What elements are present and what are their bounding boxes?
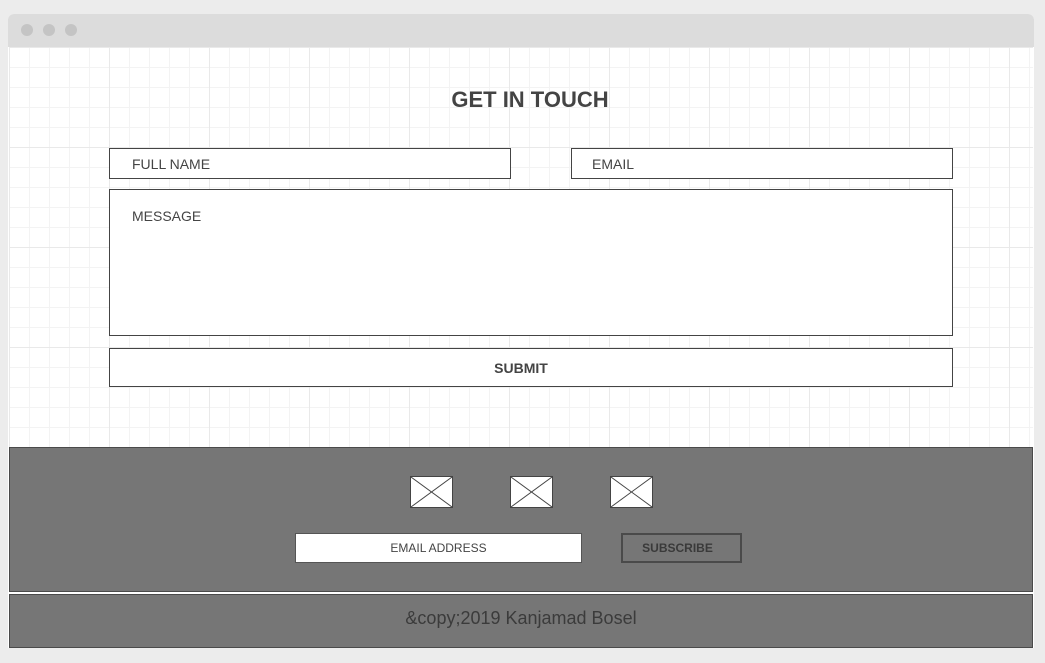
- window-maximize-button[interactable]: [65, 24, 77, 36]
- newsletter-email-input[interactable]: EMAIL ADDRESS: [295, 533, 582, 563]
- image-placeholder-icon[interactable]: [410, 476, 453, 508]
- email-field[interactable]: EMAIL: [571, 148, 953, 179]
- contact-section: GET IN TOUCH FULL NAME EMAIL MESSAGE SUB…: [9, 47, 1033, 447]
- message-placeholder: MESSAGE: [132, 208, 202, 224]
- copyright-text: &copy;2019 Kanjamad Bosel: [405, 607, 637, 628]
- full-name-field[interactable]: FULL NAME: [109, 148, 511, 179]
- footer: EMAIL ADDRESS SUBSCRIBE: [9, 447, 1033, 592]
- full-name-placeholder: FULL NAME: [132, 155, 211, 172]
- browser-window: GET IN TOUCH FULL NAME EMAIL MESSAGE SUB…: [8, 14, 1034, 648]
- window-titlebar: [8, 14, 1034, 47]
- message-textarea[interactable]: MESSAGE: [109, 189, 953, 336]
- submit-button[interactable]: SUBMIT: [109, 348, 953, 387]
- image-placeholder-icon[interactable]: [510, 476, 553, 508]
- email-placeholder: EMAIL: [592, 155, 635, 172]
- subscribe-button-label: SUBSCRIBE: [642, 541, 713, 555]
- page-title: GET IN TOUCH: [451, 87, 609, 112]
- copyright-bar: &copy;2019 Kanjamad Bosel: [9, 594, 1033, 648]
- subscribe-button[interactable]: SUBSCRIBE: [621, 533, 742, 563]
- submit-button-label: SUBMIT: [494, 359, 548, 376]
- window-minimize-button[interactable]: [43, 24, 55, 36]
- window-close-button[interactable]: [21, 24, 33, 36]
- newsletter-email-placeholder: EMAIL ADDRESS: [390, 541, 487, 555]
- image-placeholder-icon[interactable]: [610, 476, 653, 508]
